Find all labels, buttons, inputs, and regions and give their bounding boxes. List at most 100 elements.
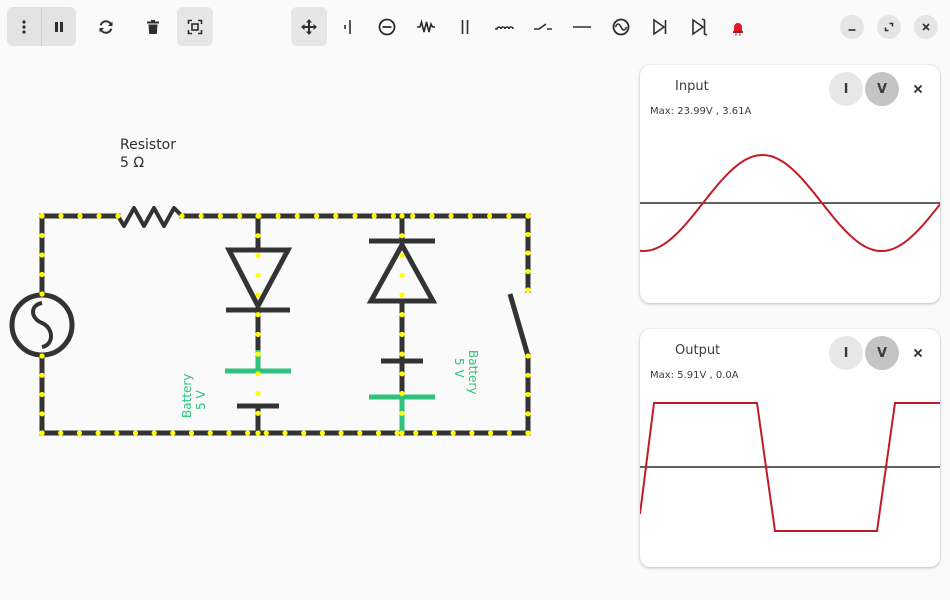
right-branch: [366, 216, 438, 433]
capacitor-tool-button[interactable]: [447, 7, 483, 46]
current-dot: [357, 430, 363, 436]
circuit-diagram[interactable]: [0, 54, 620, 600]
current-dot: [179, 213, 185, 219]
current-dot: [399, 292, 405, 298]
output-scope-close-button[interactable]: [906, 341, 930, 365]
current-dot: [255, 312, 261, 318]
close-icon: [913, 348, 923, 358]
input-current-toggle[interactable]: I: [829, 72, 863, 106]
resistor-tool-button[interactable]: [408, 7, 444, 46]
current-dot: [399, 252, 405, 259]
left-battery-label: Battery 5 V: [180, 374, 208, 418]
current-dot: [525, 231, 531, 238]
current-dot: [255, 410, 261, 416]
current-dot: [333, 213, 339, 219]
output-scope-plot: [640, 402, 940, 532]
current-dot: [226, 430, 232, 436]
reset-button[interactable]: [88, 7, 124, 46]
left-battery-name: Battery: [180, 373, 194, 418]
input-scope-panel[interactable]: Input Max: 23.99V , 3.61A I V: [640, 65, 940, 303]
output-voltage-toggle[interactable]: V: [865, 336, 899, 370]
current-dot: [132, 430, 139, 436]
inductor-icon: [495, 25, 514, 30]
close-icon: [913, 84, 923, 94]
current-dot: [314, 213, 320, 219]
delete-button[interactable]: [135, 7, 171, 46]
current-dot: [525, 268, 531, 275]
inductor-tool-button[interactable]: [486, 7, 522, 46]
pause-button[interactable]: [42, 7, 76, 46]
current-dot: [255, 252, 261, 259]
current-source-tool-button[interactable]: [369, 7, 405, 46]
current-dot: [39, 213, 45, 219]
minimize-icon: [848, 29, 856, 31]
close-button[interactable]: [914, 15, 938, 39]
input-scope-plot: [640, 153, 940, 253]
current-dot: [77, 213, 83, 219]
pause-icon: [55, 21, 63, 32]
output-scope-panel[interactable]: Output Max: 5.91V , 0.0A I V: [640, 329, 940, 567]
current-dot: [275, 213, 281, 219]
current-dot: [399, 312, 405, 318]
wire-tool-button[interactable]: [564, 7, 600, 46]
maximize-icon: [884, 22, 894, 32]
current-dot: [467, 213, 473, 219]
current-dot: [255, 351, 261, 357]
input-scope-close-button[interactable]: [906, 77, 930, 101]
switch[interactable]: [507, 293, 531, 357]
current-dot: [525, 250, 531, 256]
maximize-button[interactable]: [877, 15, 901, 39]
left-diode[interactable]: [224, 247, 293, 312]
current-dot: [95, 430, 101, 436]
move-tool-button[interactable]: [291, 7, 327, 46]
current-dot: [399, 213, 405, 219]
current-dot: [39, 391, 45, 398]
select-mode-button[interactable]: [177, 7, 213, 46]
current-dot: [399, 233, 405, 239]
ac-source-icon: [612, 18, 630, 35]
current-dot: [255, 430, 261, 436]
current-dot: [431, 430, 438, 436]
current-dot: [352, 213, 358, 219]
current-dot: [399, 410, 405, 416]
current-dot: [245, 430, 251, 436]
output-current-toggle[interactable]: I: [829, 336, 863, 370]
input-voltage-toggle[interactable]: V: [865, 72, 899, 106]
current-dot: [399, 390, 405, 397]
toolbar: [0, 0, 950, 54]
current-dot: [151, 430, 157, 436]
battery-tool-button[interactable]: [330, 7, 366, 46]
select-region-icon: [187, 19, 203, 34]
current-dot: [39, 291, 45, 297]
current-dot: [170, 430, 176, 436]
current-dot: [39, 411, 45, 417]
current-dot: [39, 372, 45, 378]
current-dot: [525, 391, 531, 398]
menu-button[interactable]: [7, 7, 41, 46]
input-scope-max-readout: Max: 23.99V , 3.61A: [650, 106, 752, 117]
diode-tool-button[interactable]: [642, 7, 678, 46]
current-dot: [294, 213, 300, 219]
current-dot: [394, 430, 400, 436]
ac-voltage-source[interactable]: [9, 292, 75, 358]
current-dot: [375, 430, 382, 436]
left-branch: [224, 216, 293, 433]
current-dot: [115, 213, 121, 219]
switch-tool-button[interactable]: [525, 7, 561, 46]
ac-source-tool-button[interactable]: [603, 7, 639, 46]
current-dot: [390, 213, 396, 219]
zener-tool-button[interactable]: [681, 7, 717, 46]
current-dot: [525, 372, 531, 378]
resistor[interactable]: [116, 206, 184, 228]
minimize-button[interactable]: [840, 15, 864, 39]
current-dot: [39, 430, 45, 436]
current-dot: [413, 430, 419, 436]
resistor-name: Resistor: [120, 137, 176, 153]
current-dot: [237, 213, 243, 219]
current-dot: [487, 213, 493, 219]
current-dot: [399, 371, 405, 377]
led-tool-button[interactable]: [720, 7, 756, 46]
current-dot: [255, 213, 261, 219]
current-dot: [39, 271, 45, 278]
output-scope-max-readout: Max: 5.91V , 0.0A: [650, 370, 739, 381]
